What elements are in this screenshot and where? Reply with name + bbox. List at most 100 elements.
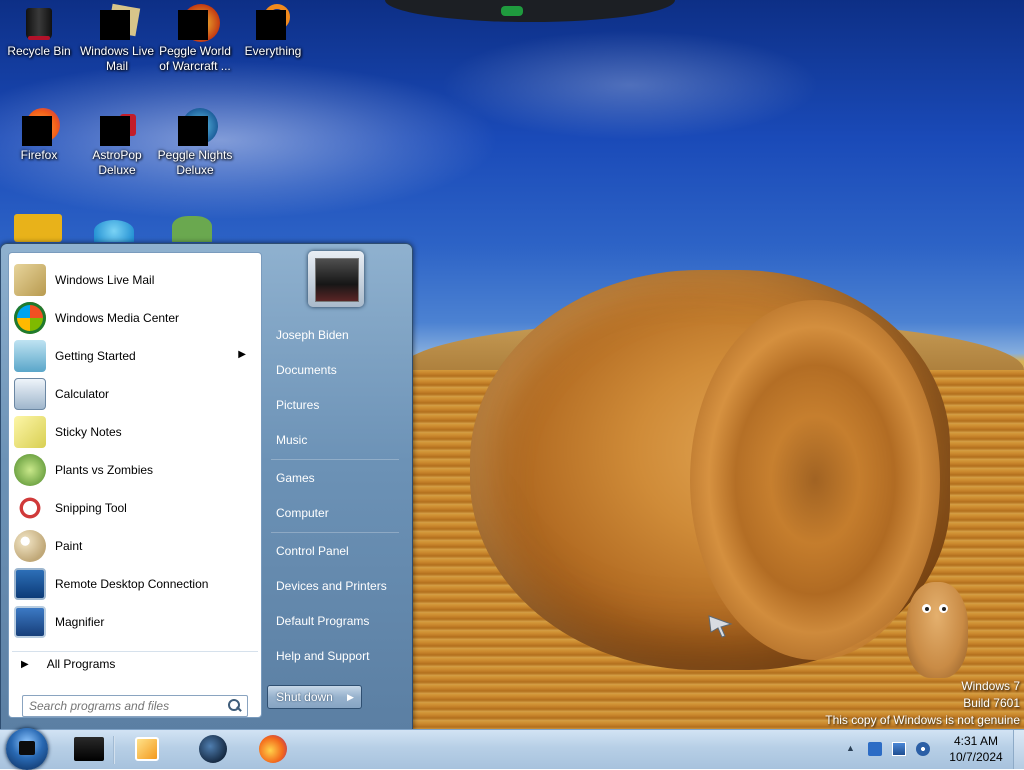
taskbar-media-player[interactable] bbox=[124, 732, 170, 766]
recycle-bin-icon bbox=[22, 6, 56, 40]
start-item-sticky-notes[interactable]: Sticky Notes bbox=[12, 414, 258, 450]
program-label: Sticky Notes bbox=[55, 425, 122, 439]
menu-divider bbox=[271, 532, 399, 533]
program-label: Windows Media Center bbox=[55, 311, 180, 325]
start-item-windows-live-mail[interactable]: Windows Live Mail bbox=[12, 262, 258, 298]
right-item-label: Pictures bbox=[276, 398, 320, 412]
program-label: Remote Desktop Connection bbox=[55, 577, 209, 591]
menu-divider bbox=[271, 459, 399, 460]
desktop-icon-recycle-bin[interactable]: Recycle Bin bbox=[0, 0, 78, 59]
desktop-icon-peggle-nights[interactable]: Peggle Nights Deluxe bbox=[156, 104, 234, 178]
desktop-pet-creature[interactable] bbox=[906, 582, 968, 678]
search-input[interactable] bbox=[27, 698, 227, 714]
all-programs-button[interactable]: ▶ All Programs bbox=[12, 651, 258, 676]
desktop-icon-everything[interactable]: Everything bbox=[234, 0, 312, 59]
start-button[interactable] bbox=[6, 728, 48, 770]
show-hidden-icons-icon[interactable]: ▲ bbox=[846, 743, 860, 757]
right-item-label: Music bbox=[276, 433, 308, 447]
program-label: Snipping Tool bbox=[55, 501, 127, 515]
search-icon[interactable] bbox=[227, 699, 241, 713]
desktop-icon-partial[interactable] bbox=[14, 214, 62, 242]
chevron-right-icon: ▶ bbox=[347, 691, 354, 702]
start-item-calculator[interactable]: Calculator bbox=[12, 376, 258, 412]
start-right-games[interactable]: Games bbox=[265, 464, 405, 492]
windows-logo-icon bbox=[19, 741, 35, 755]
start-right-default-programs[interactable]: Default Programs bbox=[265, 607, 405, 635]
action-center-icon[interactable] bbox=[868, 742, 882, 756]
desktop-icon-firefox[interactable]: Firefox bbox=[0, 104, 78, 163]
clock-time: 4:31 AM bbox=[953, 734, 999, 748]
desktop-icon-label: Peggle World of Warcraft ... bbox=[159, 44, 231, 73]
taskbar-firefox[interactable] bbox=[250, 732, 296, 766]
wallpaper-haybale-face bbox=[690, 300, 940, 660]
start-item-windows-media-center[interactable]: Windows Media Center bbox=[12, 300, 258, 336]
start-right-pictures[interactable]: Pictures bbox=[265, 391, 405, 419]
plants-vs-zombies-icon bbox=[14, 454, 46, 486]
mouse-cursor-icon bbox=[708, 615, 733, 638]
shutdown-options-button[interactable]: ▶ bbox=[340, 685, 362, 709]
taskbar-divider bbox=[113, 736, 115, 764]
desktop-icon-label: Windows Live Mail bbox=[79, 44, 155, 73]
start-search-box[interactable] bbox=[22, 695, 248, 717]
calculator-icon bbox=[14, 378, 46, 410]
astropop-icon bbox=[100, 110, 136, 146]
right-item-label: Devices and Printers bbox=[276, 579, 387, 593]
watermark-os: Windows 7 bbox=[961, 679, 1020, 693]
right-item-label: Documents bbox=[276, 363, 337, 377]
everything-search-icon bbox=[256, 4, 290, 40]
network-icon[interactable] bbox=[892, 742, 906, 756]
desktop-icon-partial[interactable] bbox=[172, 216, 212, 242]
start-item-paint[interactable]: Paint bbox=[12, 528, 258, 564]
right-item-label: Games bbox=[276, 471, 315, 485]
desktop-icon-label: AstroPop Deluxe bbox=[92, 148, 142, 177]
volume-icon[interactable] bbox=[916, 742, 930, 756]
snipping-tool-icon bbox=[14, 492, 46, 524]
desktop-icon-label: Firefox bbox=[20, 148, 58, 162]
desktop-icon-label: Everything bbox=[244, 44, 302, 58]
shutdown-button[interactable]: Shut down bbox=[267, 685, 342, 709]
watermark-build: Build 7601 bbox=[963, 696, 1020, 710]
desktop-icon-peggle-wow[interactable]: Peggle World of Warcraft ... bbox=[156, 0, 234, 74]
start-right-help-support[interactable]: Help and Support bbox=[265, 642, 405, 670]
all-programs-label: All Programs bbox=[46, 657, 116, 671]
start-right-control-panel[interactable]: Control Panel bbox=[265, 537, 405, 565]
start-item-plants-vs-zombies[interactable]: Plants vs Zombies bbox=[12, 452, 258, 488]
desktop-icon-label: Recycle Bin bbox=[7, 44, 71, 58]
windows-media-center-icon bbox=[14, 302, 46, 334]
start-item-getting-started[interactable]: Getting Started ▶ bbox=[12, 338, 258, 374]
taskbar-clock[interactable]: 4:31 AM 10/7/2024 bbox=[936, 733, 1016, 765]
taskbar: ▲ 4:31 AM 10/7/2024 bbox=[0, 728, 1024, 770]
expand-triangle-icon: ▶ bbox=[21, 658, 29, 670]
desktop-icon-label: Peggle Nights Deluxe bbox=[157, 148, 233, 177]
peggle-wow-icon bbox=[178, 4, 220, 42]
desktop-icon-windows-live-mail[interactable]: Windows Live Mail bbox=[78, 0, 156, 74]
start-item-magnifier[interactable]: Magnifier bbox=[12, 604, 258, 640]
show-desktop-button[interactable] bbox=[1013, 730, 1024, 769]
start-right-devices-printers[interactable]: Devices and Printers bbox=[265, 572, 405, 600]
clock-date: 10/7/2024 bbox=[949, 750, 1003, 764]
taskbar-app-1[interactable] bbox=[66, 732, 112, 766]
start-right-documents[interactable]: Documents bbox=[265, 356, 405, 384]
windows-media-player-icon bbox=[135, 737, 159, 761]
remote-desktop-icon bbox=[14, 568, 46, 600]
start-item-snipping-tool[interactable]: Snipping Tool bbox=[12, 490, 258, 526]
start-item-remote-desktop[interactable]: Remote Desktop Connection bbox=[12, 566, 258, 602]
start-right-music[interactable]: Music bbox=[265, 426, 405, 454]
right-item-label: Control Panel bbox=[276, 544, 349, 558]
start-right-user[interactable]: Joseph Biden bbox=[265, 321, 405, 349]
getting-started-icon bbox=[14, 340, 46, 372]
peggle-nights-icon bbox=[178, 108, 218, 146]
desktop-icon-astropop[interactable]: AstroPop Deluxe bbox=[78, 104, 156, 178]
program-label: Paint bbox=[55, 539, 83, 553]
start-menu: Windows Live Mail Windows Media Center G… bbox=[0, 243, 413, 731]
start-right-computer[interactable]: Computer bbox=[265, 499, 405, 527]
program-label: Plants vs Zombies bbox=[55, 463, 154, 477]
taskbar-globe-app[interactable] bbox=[190, 732, 236, 766]
user-avatar[interactable] bbox=[308, 251, 364, 307]
program-label: Getting Started bbox=[55, 349, 136, 363]
desktop-icon-partial[interactable] bbox=[94, 220, 134, 242]
gadget-indicator-icon bbox=[501, 6, 523, 16]
globe-icon bbox=[199, 735, 227, 763]
genuine-watermark: Windows 7 Build 7601 This copy of Window… bbox=[825, 678, 1020, 729]
program-label: Windows Live Mail bbox=[55, 273, 155, 287]
